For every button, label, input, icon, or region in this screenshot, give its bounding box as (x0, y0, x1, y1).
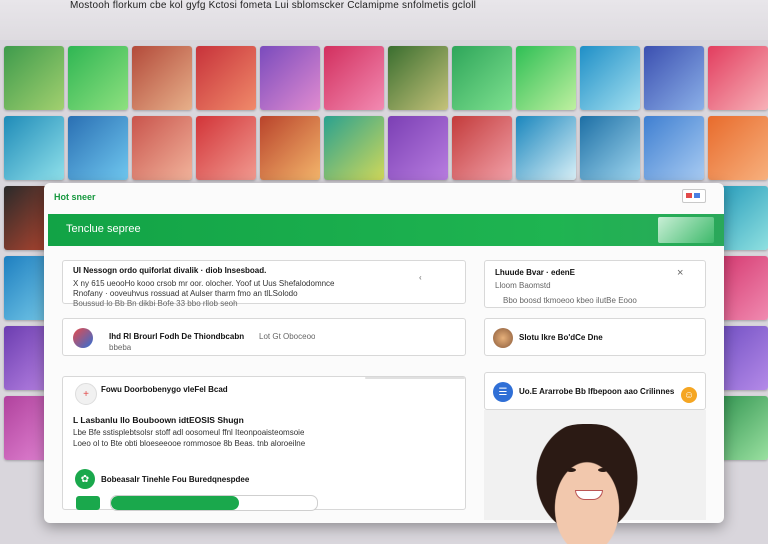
close-icon[interactable]: × (677, 267, 683, 279)
badge-icon: ☺ (681, 387, 697, 403)
list-item[interactable]: ☰ Uo.E Ararrobe Bb Ifbepoon aao Crilinne… (484, 372, 706, 410)
progress-fill (111, 496, 239, 510)
eye-right (598, 468, 608, 472)
thumbnail-tile[interactable] (324, 46, 384, 110)
person-face (528, 424, 646, 544)
thumbnail-tile[interactable] (388, 46, 448, 110)
thumbnail-tile[interactable] (580, 46, 640, 110)
banner-title: Tenclue sepree (66, 223, 141, 235)
header-caption: Mostooh florkum cbe kol gyfg Kctosi fome… (70, 0, 477, 11)
thumbnail-tile[interactable] (260, 116, 320, 180)
main-card-line-4: Boussud lo Bb Bn dikbi Bofe 33 bbo rllob… (73, 299, 238, 308)
list-item[interactable]: Slotu Ikre Bo'dCe Dne (484, 318, 706, 356)
app-icon (73, 328, 93, 348)
thumbnail-tile[interactable] (260, 46, 320, 110)
document-icon: ☰ (493, 382, 513, 402)
right-info-card[interactable]: Lhuude Bvar · edenE Lloom Baomstd Bbo bo… (484, 260, 706, 308)
thumbnail-tile[interactable] (196, 46, 256, 110)
thumbnail-tile[interactable] (4, 116, 64, 180)
thumbnail-tile[interactable] (644, 116, 704, 180)
thumbnail-tile[interactable] (516, 46, 576, 110)
progress-bar (110, 495, 318, 511)
list-item-title: Uo.E Ararrobe Bb Ifbepoon aao Crilinnes (519, 387, 675, 396)
main-card-line-3: Rnofany · ooveuhvus rossuad at Aulser th… (73, 289, 298, 298)
thumbnail-tile[interactable] (644, 46, 704, 110)
divider (365, 377, 465, 379)
list-item-title: Ihd Rl Brourl Fodh De Thiondbcabn (109, 332, 245, 341)
eye-left (566, 468, 576, 472)
main-card-title: UI Nessogn ordo quiforlat divalik · diob… (73, 266, 267, 275)
modal-tag: Hot sneer (54, 192, 96, 202)
thumbnail-tile[interactable] (516, 116, 576, 180)
list-item-meta: Lot Gt Oboceoo (259, 332, 316, 341)
main-card-line-2: X ny 615 ueooHo kooo crsob mr oor. oloch… (73, 279, 335, 288)
section-line-3: Loeo ol to Bte obti bloeseeooe rommosoe … (73, 439, 306, 448)
thumbnail-tile[interactable] (4, 46, 64, 110)
top-bar: Mostooh florkum cbe kol gyfg Kctosi fome… (0, 0, 768, 40)
right-card-title: Lhuude Bvar · edenE (495, 268, 576, 277)
thumbnail-tile[interactable] (452, 46, 512, 110)
right-card-footer: Bbo boosd tkmoeoo kbeo ilutBe Eooo (503, 296, 637, 305)
banner-illustration-icon (658, 217, 714, 243)
section-foot: Bobeasalr Tinehle Fou Buredqnespdee (101, 475, 250, 484)
list-item-sub: bbeba (109, 343, 132, 352)
profile-photo (484, 410, 706, 544)
thumbnail-tile[interactable] (452, 116, 512, 180)
thumbnail-tile[interactable] (132, 116, 192, 180)
main-card-flag[interactable]: ‹ (419, 273, 422, 282)
thumbnail-tile[interactable] (580, 116, 640, 180)
leaf-icon: ✿ (75, 469, 95, 489)
section-heading: L Lasbanlu llo Bouboown idtEOSIS Shugn (73, 415, 244, 425)
section-line-2: Lbe Bfe sstisplebtsolsr stoff adl oosome… (73, 428, 305, 437)
section-title: Fowu Doorbobenygo vleFel Bcad (101, 385, 228, 394)
flag-icon[interactable] (682, 189, 706, 203)
thumbnail-tile[interactable] (132, 46, 192, 110)
avatar (493, 328, 513, 348)
thumbnail-tile[interactable] (708, 46, 768, 110)
modal-banner: Tenclue sepree (48, 214, 724, 246)
thumbnail-tile[interactable] (196, 116, 256, 180)
main-info-card[interactable]: UI Nessogn ordo quiforlat divalik · diob… (62, 260, 466, 308)
thumbnail-tile[interactable] (324, 116, 384, 180)
thumbnail-tile[interactable] (708, 116, 768, 180)
list-item-title: Slotu Ikre Bo'dCe Dne (519, 333, 603, 342)
thumbnail-tile[interactable] (68, 116, 128, 180)
thumbnail-tile[interactable] (68, 46, 128, 110)
status-chip (76, 496, 100, 510)
plus-icon[interactable]: + (75, 383, 97, 405)
list-item[interactable]: Ihd Rl Brourl Fodh De Thiondbcabn Lot Gt… (62, 318, 466, 356)
thumbnail-tile[interactable] (388, 116, 448, 180)
detail-section-card[interactable]: + Fowu Doorbobenygo vleFel Bcad L Lasban… (62, 376, 466, 510)
right-card-subtitle: Lloom Baomstd (495, 281, 551, 290)
